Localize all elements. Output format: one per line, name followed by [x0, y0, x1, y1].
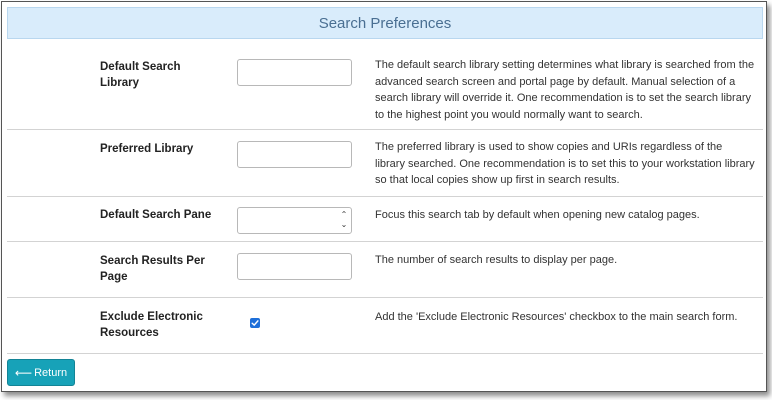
- return-button[interactable]: ⟵ Return: [7, 359, 75, 386]
- pref-description: Focus this search tab by default when op…: [375, 209, 700, 221]
- return-button-label: Return: [34, 366, 68, 379]
- pref-label: Default Search Library: [100, 61, 181, 89]
- default-search-pane-select[interactable]: ⌃ ⌄: [237, 207, 352, 234]
- pref-row-default-search-pane: Default Search Pane ⌃ ⌄ Focus this search…: [7, 197, 763, 242]
- chevron-updown-icon: ⌃ ⌄: [340, 210, 348, 229]
- pref-label: Exclude Electronic Resources: [100, 311, 203, 339]
- section-header: Search Preferences: [7, 7, 763, 39]
- preferred-library-input[interactable]: [237, 141, 352, 168]
- preferences-panel: Search Preferences Default Search Librar…: [1, 1, 767, 392]
- pref-description: The default search library setting deter…: [375, 59, 755, 121]
- pref-description: Add the 'Exclude Electronic Resources' c…: [375, 311, 738, 323]
- pref-row-search-results-per-page: Search Results Per Page The number of se…: [7, 242, 763, 298]
- pref-row-default-search-library: Default Search Library The default searc…: [7, 39, 763, 130]
- section-title: Search Preferences: [318, 14, 452, 32]
- pref-label: Search Results Per Page: [100, 255, 205, 283]
- search-results-per-page-input[interactable]: [237, 253, 352, 280]
- pref-description: The preferred library is used to show co…: [375, 141, 755, 186]
- pref-description: The number of search results to display …: [375, 254, 618, 266]
- pref-row-exclude-electronic-resources: Exclude Electronic Resources Add the 'Ex…: [7, 298, 763, 354]
- default-search-library-input[interactable]: [237, 59, 352, 86]
- pref-row-preferred-library: Preferred Library The preferred library …: [7, 130, 763, 197]
- pref-label: Default Search Pane: [100, 209, 212, 221]
- checkmark-icon: [251, 320, 259, 326]
- exclude-electronic-resources-checkbox[interactable]: [250, 318, 260, 328]
- arrow-left-icon: ⟵: [14, 365, 33, 380]
- pref-label: Preferred Library: [100, 143, 194, 155]
